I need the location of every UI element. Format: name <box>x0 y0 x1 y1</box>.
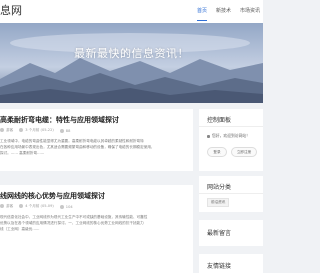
categories-panel: 网站分类 前沿资讯 <box>199 176 263 212</box>
article-card: 线网线的核心优势与应用领域探讨 游客 4 个月前 (05-09) 104 现代信… <box>0 185 193 273</box>
article-meta: 游客 3 个月前 (05-22) 88 <box>0 128 70 133</box>
login-button[interactable]: 登录 <box>207 147 227 157</box>
date: 3 个月前 (05-22) <box>19 128 54 133</box>
eye-icon <box>59 204 64 209</box>
date: 4 个月前 (05-09) <box>19 204 54 209</box>
article-excerpt: 工业领域中，电缆的弯曲性能显得尤为重要。高柔耐折弯电缆以其卓越的柔韧性和耐折弯特… <box>0 139 155 155</box>
author: 游客 <box>0 204 13 209</box>
nav-home[interactable]: 首页 <box>196 0 207 23</box>
author: 游客 <box>0 128 13 133</box>
control-panel: 控制面板 您好，欢迎到访网站！ 登录 立即注册 <box>199 109 263 171</box>
links-panel: 友情链接 <box>199 254 263 273</box>
article-card: 高柔耐折弯电缆：特性与应用领域探讨 游客 3 个月前 (05-22) 88 工业… <box>0 109 193 171</box>
user-icon <box>0 128 4 132</box>
clock-icon <box>19 128 24 132</box>
clock-icon <box>19 204 24 208</box>
divider <box>199 193 263 194</box>
article-excerpt: 现代信息化社会中，工业网线作为现代工业生产中不可或缺的基础设施，其传输性能、可靠… <box>0 215 148 231</box>
panel-title: 最新留言 <box>207 230 232 237</box>
hero-banner: 最新最快的信息资讯！ <box>0 23 263 103</box>
top-nav-bar: 息网 首页 新技术 市场资讯 <box>0 0 263 24</box>
user-icon <box>0 204 4 208</box>
register-button[interactable]: 立即注册 <box>231 147 257 157</box>
category-tag[interactable]: 前沿资讯 <box>207 198 230 207</box>
divider <box>199 126 263 127</box>
panel-title: 网站分类 <box>207 184 232 191</box>
nav-new-tech[interactable]: 新技术 <box>216 0 231 23</box>
article-title[interactable]: 高柔耐折弯电缆：特性与应用领域探讨 <box>0 115 119 125</box>
views: 104 <box>59 204 73 209</box>
panel-title: 控制面板 <box>207 117 232 124</box>
main-nav: 首页 新技术 市场资讯 <box>188 0 260 23</box>
hero-title: 最新最快的信息资讯！ <box>74 47 189 60</box>
panel-title: 友情链接 <box>207 263 232 270</box>
lock-icon <box>207 134 210 138</box>
mountain-landscape-image <box>0 23 263 103</box>
article-meta: 游客 4 个月前 (05-09) 104 <box>0 204 73 209</box>
site-logo[interactable]: 息网 <box>0 3 22 19</box>
welcome-text: 您好，欢迎到访网站！ <box>207 133 250 139</box>
article-title[interactable]: 线网线的核心优势与应用领域探讨 <box>0 191 105 201</box>
views: 88 <box>59 128 70 133</box>
nav-market-news[interactable]: 市场资讯 <box>240 0 260 23</box>
eye-icon <box>59 128 64 133</box>
latest-comments-panel: 最新留言 <box>199 220 263 246</box>
